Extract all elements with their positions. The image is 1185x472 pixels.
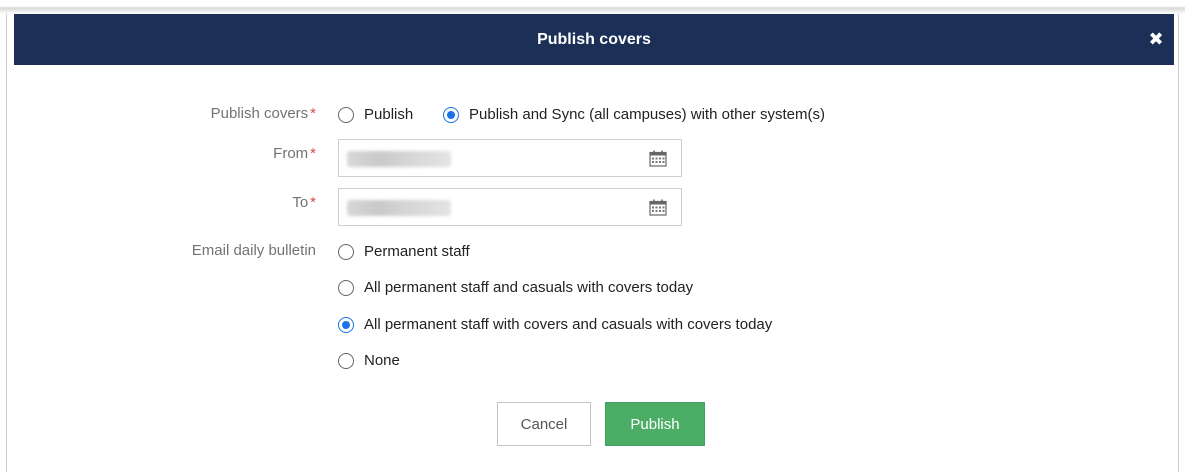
radio-permanent-with-covers-and-casuals[interactable] — [338, 316, 354, 333]
radio-option-permanent-with-covers-and-casuals[interactable]: All permanent staff with covers and casu… — [338, 316, 772, 333]
publish-button[interactable]: Publish — [605, 402, 705, 446]
radio-permanent-with-covers-and-casuals-label: All permanent staff with covers and casu… — [364, 316, 773, 333]
radio-option-permanent-staff[interactable]: Permanent staff — [338, 243, 470, 260]
radio-none-label: None — [364, 352, 400, 369]
publish-covers-label-text: Publish covers — [210, 105, 309, 122]
radio-permanent-staff[interactable] — [338, 243, 354, 260]
radio-option-publish-and-sync[interactable]: Publish and Sync (all campuses) with oth… — [443, 106, 825, 123]
to-label: To * — [292, 194, 316, 211]
radio-none[interactable] — [338, 352, 354, 369]
dialog-header: Publish covers ✖ — [14, 14, 1174, 65]
from-date-value-obscured — [347, 151, 451, 167]
cancel-button[interactable]: Cancel — [497, 402, 591, 446]
from-label-text: From — [273, 145, 309, 162]
radio-option-publish[interactable]: Publish — [338, 106, 413, 123]
calendar-icon[interactable] — [649, 150, 667, 167]
from-date-field[interactable] — [338, 139, 682, 177]
publish-covers-label: Publish covers * — [211, 105, 316, 122]
radio-publish-and-sync-label: Publish and Sync (all campuses) with oth… — [469, 106, 825, 123]
email-daily-bulletin-label: Email daily bulletin — [192, 242, 316, 259]
radio-option-all-permanent-and-casuals[interactable]: All permanent staff and casuals with cov… — [338, 279, 693, 296]
radio-publish-and-sync[interactable] — [443, 106, 459, 123]
radio-publish[interactable] — [338, 106, 354, 123]
publish-covers-dialog — [6, 14, 1179, 472]
from-label: From * — [273, 145, 316, 162]
radio-all-permanent-and-casuals[interactable] — [338, 279, 354, 296]
to-date-field[interactable] — [338, 188, 682, 226]
required-marker: * — [310, 145, 316, 162]
top-shadow — [0, 0, 1185, 14]
radio-option-none[interactable]: None — [338, 352, 400, 369]
to-date-value-obscured — [347, 200, 451, 216]
radio-publish-label: Publish — [364, 106, 414, 123]
radio-permanent-staff-label: Permanent staff — [364, 243, 470, 260]
dialog-title: Publish covers — [537, 31, 651, 48]
calendar-icon[interactable] — [649, 199, 667, 216]
close-icon[interactable]: ✖ — [1146, 29, 1166, 49]
radio-all-permanent-and-casuals-label: All permanent staff and casuals with cov… — [364, 279, 694, 296]
email-daily-bulletin-label-text: Email daily bulletin — [191, 242, 316, 259]
required-marker: * — [310, 194, 316, 211]
required-marker: * — [310, 105, 316, 122]
to-label-text: To — [292, 194, 309, 211]
